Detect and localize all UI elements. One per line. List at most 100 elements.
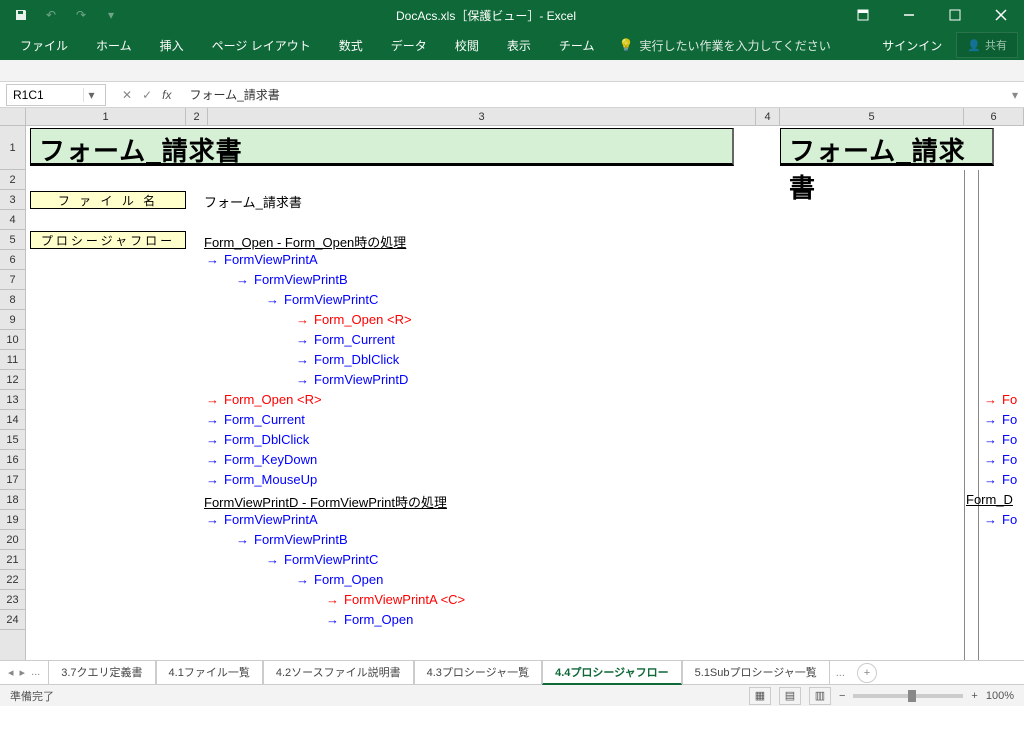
row-header[interactable]: 23 — [0, 590, 25, 610]
normal-view-icon[interactable]: ▦ — [749, 687, 771, 705]
column-header[interactable]: 3 — [208, 108, 756, 125]
cells-area[interactable]: フォーム_請求書フォーム_請求書フ ァ イ ル 名プロシージャフローフォーム_請… — [26, 126, 1024, 660]
row-header[interactable]: 24 — [0, 610, 25, 630]
tab-data[interactable]: データ — [377, 30, 441, 60]
tab-view[interactable]: 表示 — [493, 30, 545, 60]
row-header[interactable]: 17 — [0, 470, 25, 490]
row-header[interactable]: 4 — [0, 210, 25, 230]
row-header[interactable]: 5 — [0, 230, 25, 250]
arrow-icon: → — [984, 472, 997, 487]
formula-bar[interactable]: フォーム_請求書 — [181, 86, 1006, 103]
row-header[interactable]: 16 — [0, 450, 25, 470]
chevron-down-icon[interactable]: ▾ — [83, 88, 99, 102]
row-header[interactable]: 21 — [0, 550, 25, 570]
tab-formulas[interactable]: 数式 — [325, 30, 377, 60]
sheet-tab[interactable]: 5.1Subプロシージャ一覧 — [682, 661, 830, 685]
share-button[interactable]: 👤共有 — [956, 32, 1018, 58]
row-header[interactable]: 10 — [0, 330, 25, 350]
select-all-corner[interactable] — [0, 108, 26, 125]
new-sheet-button[interactable]: + — [857, 663, 877, 683]
close-button[interactable] — [978, 0, 1024, 30]
tab-insert[interactable]: 挿入 — [146, 30, 198, 60]
formula-expand-icon[interactable]: ▾ — [1006, 88, 1024, 102]
row-header[interactable]: 20 — [0, 530, 25, 550]
zoom-out-button[interactable]: − — [839, 690, 845, 702]
tab-home[interactable]: ホーム — [82, 30, 146, 60]
flow-line-side: Form_D — [966, 492, 1013, 507]
row-header[interactable]: 11 — [0, 350, 25, 370]
ribbon-options-icon[interactable] — [840, 0, 886, 30]
zoom-in-button[interactable]: + — [971, 690, 977, 702]
row-header[interactable]: 6 — [0, 250, 25, 270]
row-header[interactable]: 9 — [0, 310, 25, 330]
column-header[interactable]: 2 — [186, 108, 208, 125]
row-header[interactable]: 2 — [0, 170, 25, 190]
zoom-slider[interactable] — [853, 694, 963, 698]
row-header[interactable]: 22 — [0, 570, 25, 590]
page-layout-view-icon[interactable]: ▤ — [779, 687, 801, 705]
flow-line-side: Fo — [1002, 472, 1017, 487]
save-icon[interactable] — [8, 2, 34, 28]
column-header[interactable]: 4 — [756, 108, 780, 125]
zoom-thumb[interactable] — [908, 690, 916, 702]
tab-page-layout[interactable]: ページ レイアウト — [198, 30, 325, 60]
redo-icon[interactable]: ↷ — [68, 2, 94, 28]
row-header[interactable]: 19 — [0, 510, 25, 530]
title-bar: ↶ ↷ ▾ DocAcs.xls［保護ビュー］- Excel — [0, 0, 1024, 30]
tell-me[interactable]: 💡実行したい作業を入力してください — [618, 37, 830, 54]
tab-file[interactable]: ファイル — [6, 30, 82, 60]
maximize-button[interactable] — [932, 0, 978, 30]
zoom-level[interactable]: 100% — [986, 690, 1014, 702]
spreadsheet-grid[interactable]: 123456 123456789101112131415161718192021… — [0, 108, 1024, 660]
tab-scroll-buttons[interactable]: ◂ ▸... — [0, 666, 48, 679]
column-headers: 123456 — [0, 108, 1024, 126]
cancel-icon[interactable]: ✕ — [122, 88, 132, 102]
row-header[interactable]: 12 — [0, 370, 25, 390]
chevron-right-icon[interactable]: ▸ — [20, 666, 26, 679]
sheet-tab[interactable]: 3.7クエリ定義書 — [48, 661, 155, 685]
name-box[interactable]: R1C1 ▾ — [6, 84, 106, 106]
row-header[interactable]: 3 — [0, 190, 25, 210]
flow-line: FormViewPrintA <C> — [344, 592, 465, 607]
file-name-value: フォーム_請求書 — [204, 192, 302, 211]
arrow-icon: → — [326, 592, 339, 607]
sheet-tab[interactable]: 4.1ファイル一覧 — [156, 661, 263, 685]
flow-line: Form_Open <R> — [314, 312, 412, 327]
row-header[interactable]: 13 — [0, 390, 25, 410]
flow-line-side: Fo — [1002, 512, 1017, 527]
sheet-tab[interactable]: 4.2ソースファイル説明書 — [263, 661, 414, 685]
qat-dropdown-icon[interactable]: ▾ — [98, 2, 124, 28]
tabs-more[interactable]: ... — [31, 666, 40, 679]
column-header[interactable]: 5 — [780, 108, 964, 125]
row-header[interactable]: 7 — [0, 270, 25, 290]
fx-icon[interactable]: fx — [162, 88, 171, 102]
arrow-icon: → — [206, 252, 219, 267]
tab-team[interactable]: チーム — [545, 30, 609, 60]
arrow-icon: → — [236, 272, 249, 287]
sign-in[interactable]: サインイン — [868, 37, 956, 54]
flow-line: FormViewPrintB — [254, 532, 348, 547]
undo-icon[interactable]: ↶ — [38, 2, 64, 28]
row-header[interactable]: 18 — [0, 490, 25, 510]
row-header[interactable]: 8 — [0, 290, 25, 310]
name-box-value: R1C1 — [13, 88, 44, 102]
minimize-button[interactable] — [886, 0, 932, 30]
page-break-view-icon[interactable]: ▥ — [809, 687, 831, 705]
tab-review[interactable]: 校閲 — [441, 30, 493, 60]
row-header[interactable]: 14 — [0, 410, 25, 430]
column-header[interactable]: 1 — [26, 108, 186, 125]
enter-icon[interactable]: ✓ — [142, 88, 152, 102]
arrow-icon: → — [296, 312, 309, 327]
chevron-left-icon[interactable]: ◂ — [8, 666, 14, 679]
flow-line: Form_Open - Form_Open時の処理 — [204, 232, 406, 251]
sheet-tab[interactable]: 4.4プロシージャフロー — [542, 661, 682, 685]
bulb-icon: 💡 — [618, 38, 633, 52]
sheet-tab[interactable]: 4.3プロシージャ一覧 — [414, 661, 543, 685]
row-header[interactable]: 1 — [0, 126, 25, 170]
window-title: DocAcs.xls［保護ビュー］- Excel — [132, 7, 840, 24]
row-header[interactable]: 15 — [0, 430, 25, 450]
tabs-overflow[interactable]: ... — [830, 667, 851, 679]
flow-line: FormViewPrintA — [224, 252, 318, 267]
column-header[interactable]: 6 — [964, 108, 1024, 125]
flow-line: Form_DblClick — [314, 352, 399, 367]
